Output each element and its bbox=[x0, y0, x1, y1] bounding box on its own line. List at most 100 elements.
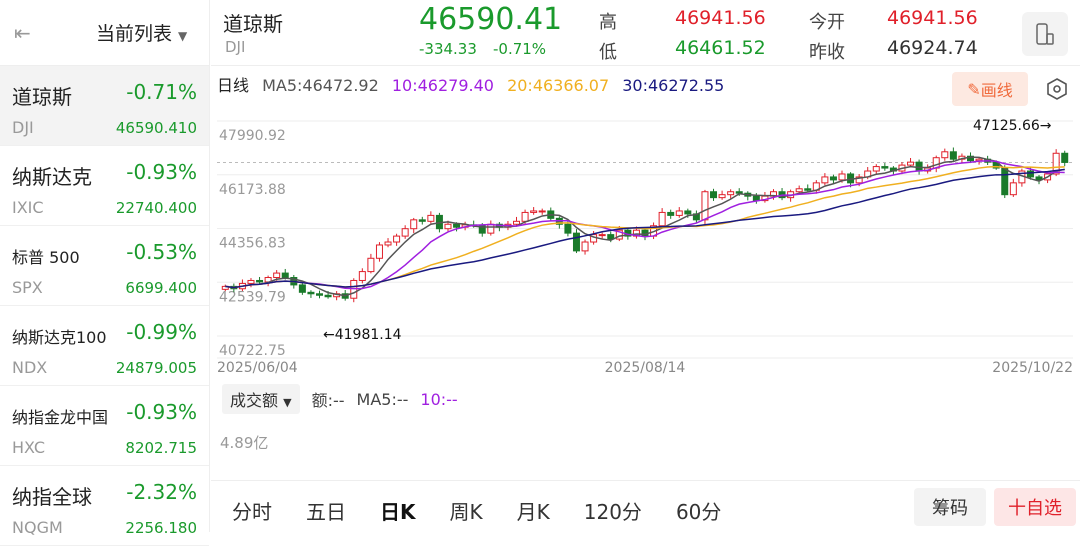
ma5-value: MA5:46472.92 bbox=[262, 76, 379, 95]
candle-body bbox=[675, 210, 683, 216]
candle-body bbox=[1061, 152, 1069, 163]
landscape-toggle-button[interactable] bbox=[1022, 12, 1068, 56]
watchlist-item[interactable]: 纳指金龙中国 HXC -0.93% 8202.715 bbox=[0, 386, 209, 466]
candle-body bbox=[298, 284, 306, 293]
y-tick-label: 46173.88 bbox=[219, 182, 286, 198]
item-code: IXIC bbox=[12, 198, 44, 217]
candle-body bbox=[881, 166, 889, 169]
candle-body bbox=[795, 188, 803, 193]
candle-body bbox=[358, 271, 366, 281]
candle-body bbox=[401, 228, 409, 237]
watchlist-item[interactable]: 道琼斯 DJI -0.71% 46590.410 bbox=[0, 66, 209, 146]
candle-body bbox=[513, 220, 521, 225]
candle-body bbox=[367, 257, 375, 273]
settings-hexagon-icon[interactable] bbox=[1046, 78, 1068, 100]
candle-body bbox=[821, 176, 829, 184]
candle-body bbox=[444, 223, 452, 230]
item-price: 24879.005 bbox=[115, 359, 197, 377]
ma-legend: 日线 MA5:46472.92 10:46279.40 20:46366.07 … bbox=[217, 72, 732, 96]
y-tick-label: 40722.75 bbox=[219, 343, 286, 359]
collapse-menu-icon[interactable]: ⇤ bbox=[14, 23, 38, 43]
candle-body bbox=[247, 279, 255, 284]
item-name: 标普 500 bbox=[12, 248, 80, 267]
x-tick-label: 2025/08/14 bbox=[605, 360, 686, 376]
tab-0[interactable]: 分时 bbox=[219, 496, 285, 525]
candle-body bbox=[907, 161, 915, 166]
watchlist-item[interactable]: 纳斯达克100 NDX -0.99% 24879.005 bbox=[0, 306, 209, 386]
candle-body bbox=[418, 219, 426, 222]
tab-5[interactable]: 120分 bbox=[571, 496, 655, 525]
candle-body bbox=[667, 211, 675, 216]
tab-4[interactable]: 月K bbox=[504, 496, 563, 525]
candle-body bbox=[581, 241, 589, 252]
y-tick-label: 44356.83 bbox=[219, 236, 286, 252]
volume-ma5: MA5:-- bbox=[356, 389, 409, 409]
item-price: 22740.400 bbox=[115, 199, 197, 217]
tab-2[interactable]: 日K bbox=[367, 496, 429, 525]
caret-down-icon: ▼ bbox=[283, 396, 292, 409]
ma20-value: 20:46366.07 bbox=[507, 76, 610, 95]
candlestick-chart[interactable]: 47990.92 46173.88 44356.83 42539.79 40722.75… bbox=[211, 108, 1080, 378]
candle-body bbox=[710, 191, 718, 199]
tab-6[interactable]: 60分 bbox=[663, 496, 734, 525]
candle-body bbox=[941, 151, 949, 159]
candle-body bbox=[487, 223, 495, 234]
candle-body bbox=[393, 235, 401, 243]
add-watchlist-button[interactable]: 十自选 bbox=[994, 488, 1076, 526]
candle-body bbox=[453, 223, 461, 228]
item-pct: -0.71% bbox=[126, 80, 197, 104]
item-pct: -0.53% bbox=[126, 240, 197, 264]
candle-body bbox=[256, 279, 264, 283]
volume-type-dropdown[interactable]: 成交额 ▼ bbox=[222, 384, 300, 414]
candle-body bbox=[872, 166, 880, 172]
candle-body bbox=[607, 234, 615, 240]
change-value: -334.33 bbox=[419, 40, 477, 58]
candle-body bbox=[384, 241, 392, 246]
draw-line-button[interactable]: ✎ 画线 bbox=[952, 72, 1028, 106]
list-selector[interactable]: 当前列表 ▼ bbox=[96, 19, 187, 46]
item-code: NDX bbox=[12, 358, 48, 377]
item-price: 8202.715 bbox=[125, 439, 197, 457]
max-price-label: 47125.66→ bbox=[973, 118, 1052, 134]
candle-body bbox=[701, 191, 709, 221]
volume-header: 成交额 ▼ 额:-- MA5:-- 10:-- bbox=[222, 384, 458, 414]
volume-type-label: 成交额 bbox=[230, 391, 279, 410]
quote-header: 道琼斯 DJI 46590.41 -334.33 -0.71% 高 46941.… bbox=[211, 0, 1080, 66]
draw-line-label: 画线 bbox=[980, 81, 1013, 100]
candle-body bbox=[1001, 167, 1009, 196]
candle-body bbox=[427, 214, 435, 222]
item-name: 纳斯达克100 bbox=[12, 328, 107, 347]
caret-down-icon: ▼ bbox=[178, 29, 188, 43]
candle-body bbox=[949, 151, 957, 160]
ma10-value: 10:46279.40 bbox=[391, 76, 494, 95]
item-pct: -2.32% bbox=[126, 480, 197, 504]
candle-body bbox=[735, 191, 743, 194]
prev-close-label: 昨收 bbox=[809, 42, 845, 63]
tab-3[interactable]: 周K bbox=[437, 496, 496, 525]
tab-1[interactable]: 五日 bbox=[293, 496, 359, 525]
candle-body bbox=[718, 194, 726, 199]
watchlist-item[interactable]: 纳斯达克 IXIC -0.93% 22740.400 bbox=[0, 146, 209, 226]
volume-amount: 额:-- bbox=[311, 391, 345, 410]
candle-body bbox=[273, 272, 281, 279]
item-name: 纳指金龙中国 bbox=[12, 408, 109, 427]
sidebar-header: ⇤ 当前列表 ▼ bbox=[0, 0, 209, 66]
chips-button[interactable]: 筹码 bbox=[914, 488, 986, 526]
watchlist-item[interactable]: 纳指全球 NQGM -2.32% 2256.180 bbox=[0, 466, 209, 546]
candle-body bbox=[1009, 182, 1017, 196]
item-price: 6699.400 bbox=[125, 279, 197, 297]
volume-axis-label: 4.89亿 bbox=[220, 434, 269, 452]
candle-body bbox=[324, 294, 332, 298]
phone-rotate-icon bbox=[1036, 23, 1054, 45]
candle-body bbox=[410, 219, 418, 230]
candle-body bbox=[316, 293, 324, 296]
candle-body bbox=[727, 191, 735, 196]
candle-body bbox=[538, 210, 546, 213]
candle-body bbox=[658, 211, 666, 227]
candle-body bbox=[564, 223, 572, 234]
divider bbox=[211, 480, 1080, 481]
candle-body bbox=[375, 244, 383, 259]
candle-body bbox=[838, 173, 846, 181]
y-tick-label: 42539.79 bbox=[219, 289, 286, 305]
watchlist-item[interactable]: 标普 500 SPX -0.53% 6699.400 bbox=[0, 226, 209, 306]
